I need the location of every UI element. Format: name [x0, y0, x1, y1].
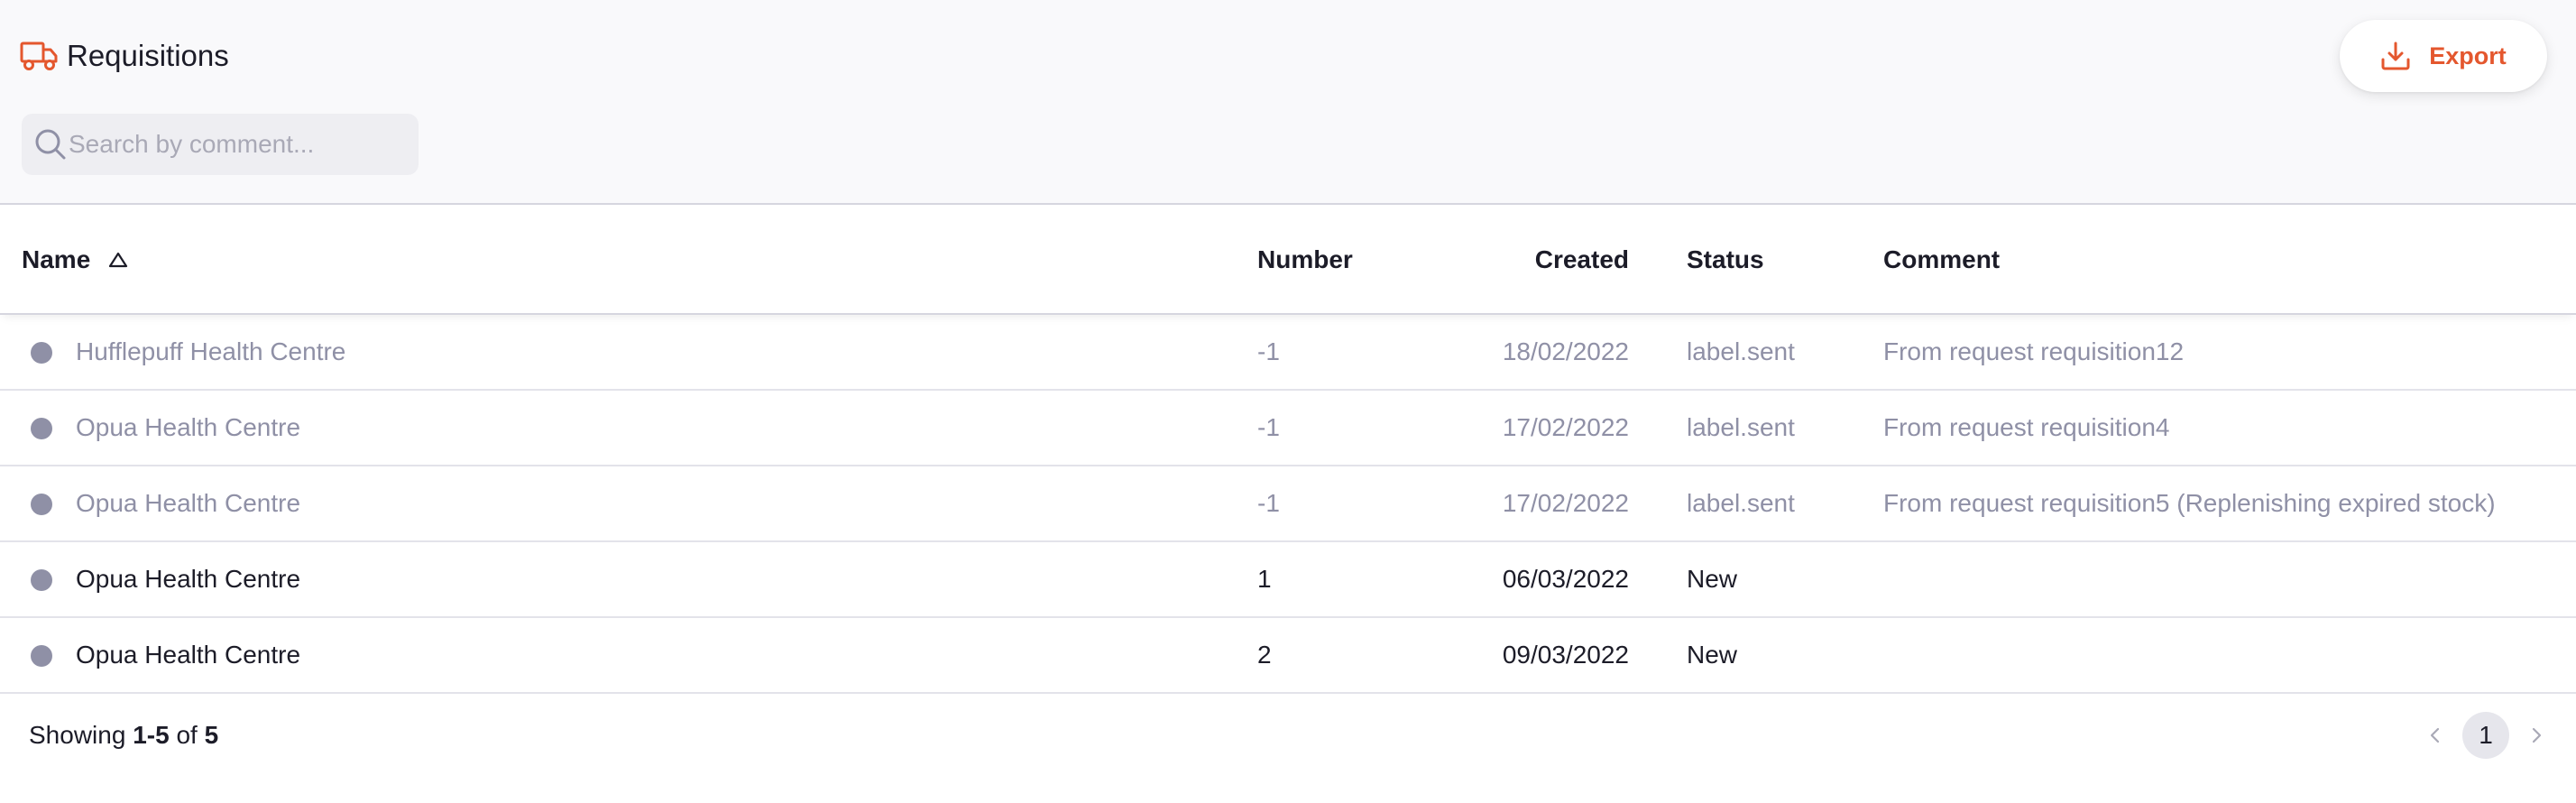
cell-created: 17/02/2022 — [1502, 489, 1629, 517]
table-footer: Showing 1-5 of 5 1 — [0, 695, 2576, 776]
status-dot — [31, 645, 52, 667]
table-row[interactable]: Opua Health Centre -1 17/02/2022 label.s… — [0, 391, 2576, 466]
cell-name: Hufflepuff Health Centre — [76, 337, 346, 365]
cell-comment: From request requisition4 — [1883, 413, 2170, 441]
table-row[interactable]: Opua Health Centre 2 09/03/2022 New — [0, 618, 2576, 694]
page-button-current[interactable]: 1 — [2462, 712, 2509, 759]
export-label: Export — [2429, 42, 2507, 69]
column-header-status[interactable]: Status — [1687, 205, 1764, 315]
table-row[interactable]: Opua Health Centre -1 17/02/2022 label.s… — [0, 466, 2576, 542]
column-header-label: Comment — [1883, 245, 2001, 273]
truck-icon — [20, 38, 60, 74]
column-header-label: Status — [1687, 245, 1764, 273]
cell-status: label.sent — [1687, 337, 1795, 365]
cell-name: Opua Health Centre — [76, 413, 301, 441]
cell-status: label.sent — [1687, 489, 1795, 517]
column-header-label: Name — [22, 245, 91, 273]
table-header: Name Number Created Status Comment — [0, 205, 2576, 315]
cell-number: -1 — [1257, 413, 1280, 441]
page-title: Requisitions — [67, 39, 229, 72]
cell-created: 09/03/2022 — [1502, 641, 1629, 669]
top-bar: Requisitions Export — [0, 0, 2576, 205]
cell-created: 17/02/2022 — [1502, 413, 1629, 441]
table-row[interactable]: Hufflepuff Health Centre -1 18/02/2022 l… — [0, 315, 2576, 391]
next-page-button[interactable] — [2520, 719, 2553, 752]
status-dot — [31, 418, 52, 439]
search-icon — [32, 126, 69, 162]
cell-number: -1 — [1257, 489, 1280, 517]
table-row[interactable]: Opua Health Centre 1 06/03/2022 New — [0, 542, 2576, 618]
cell-number: -1 — [1257, 337, 1280, 365]
cell-status: New — [1687, 565, 1738, 593]
column-header-label: Number — [1257, 245, 1353, 273]
cell-created: 18/02/2022 — [1502, 337, 1629, 365]
cell-status: New — [1687, 641, 1738, 669]
cell-comment: From request requisition12 — [1883, 337, 2185, 365]
column-header-name[interactable]: Name — [22, 205, 128, 315]
cell-name: Opua Health Centre — [76, 641, 301, 669]
download-icon — [2380, 41, 2411, 71]
column-header-created[interactable]: Created — [1425, 205, 1629, 315]
showing-total: 5 — [204, 721, 219, 749]
previous-page-button[interactable] — [2419, 719, 2452, 752]
showing-of: of — [176, 721, 198, 749]
sort-ascending-icon[interactable] — [108, 252, 128, 268]
cell-number: 2 — [1257, 641, 1272, 669]
status-dot — [31, 494, 52, 515]
pagination-summary: Showing 1-5 of 5 — [29, 695, 218, 776]
showing-prefix: Showing — [29, 721, 126, 749]
cell-status: label.sent — [1687, 413, 1795, 441]
status-dot — [31, 342, 52, 364]
cell-created: 06/03/2022 — [1502, 565, 1629, 593]
cell-number: 1 — [1257, 565, 1272, 593]
chevron-right-icon — [2532, 727, 2542, 743]
search-input[interactable] — [69, 114, 411, 175]
showing-range: 1-5 — [133, 721, 170, 749]
cell-name: Opua Health Centre — [76, 489, 301, 517]
column-header-comment[interactable]: Comment — [1883, 205, 2000, 315]
column-header-number[interactable]: Number — [1257, 205, 1353, 315]
status-dot — [31, 569, 52, 591]
cell-name: Opua Health Centre — [76, 565, 301, 593]
column-header-label: Created — [1534, 245, 1629, 273]
page-header: Requisitions — [20, 34, 229, 78]
chevron-left-icon — [2430, 727, 2440, 743]
search-box[interactable] — [22, 114, 419, 175]
export-button[interactable]: Export — [2340, 20, 2547, 92]
cell-comment: From request requisition5 (Replenishing … — [1883, 489, 2496, 517]
